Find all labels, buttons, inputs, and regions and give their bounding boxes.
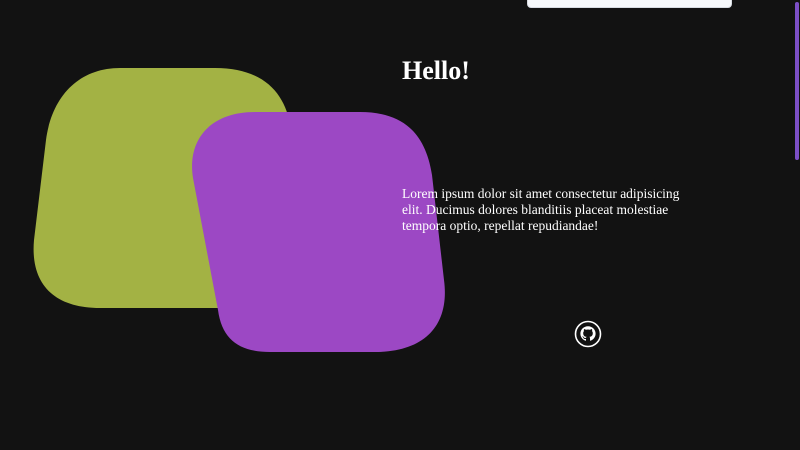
page: Hello! Lorem ipsum dolor sit amet consec… [0,0,800,450]
scrollbar[interactable] [794,0,800,450]
scrollbar-thumb[interactable] [795,2,799,160]
github-icon [574,320,602,348]
github-link[interactable] [574,320,602,348]
green-blob [33,68,301,308]
top-bar [527,0,732,8]
page-title: Hello! [402,56,470,85]
intro-paragraph: Lorem ipsum dolor sit amet consectetur a… [402,186,680,233]
